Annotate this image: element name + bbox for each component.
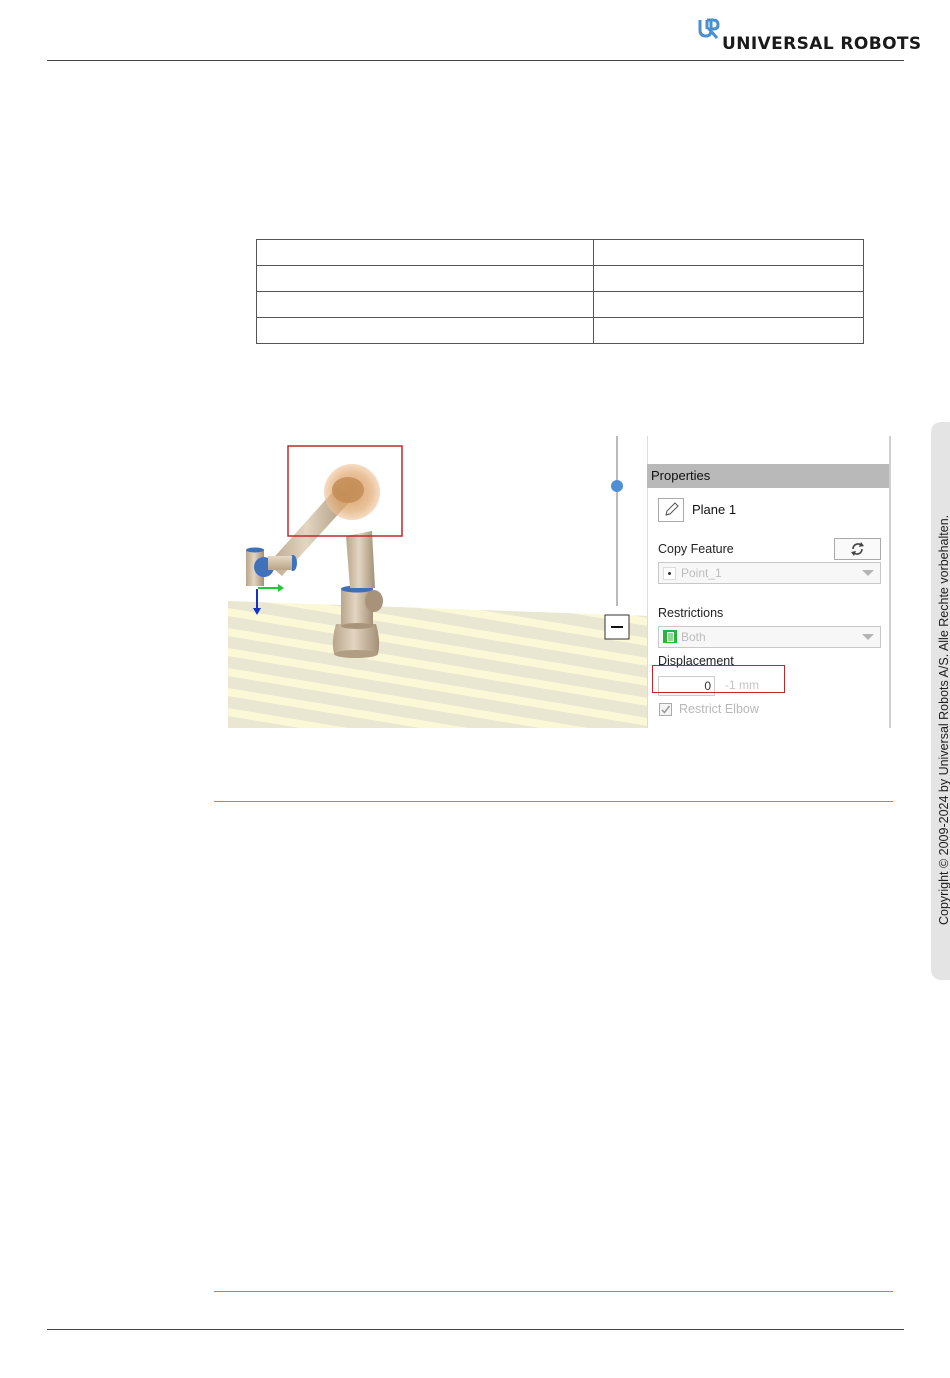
table-cell [256, 265, 594, 292]
copyright-notice: Copyright © 2009-2024 by Universal Robot… [937, 515, 950, 925]
header-divider [47, 60, 904, 61]
table-cell [256, 239, 594, 266]
zoom-slider-handle[interactable] [611, 480, 623, 492]
table-row [256, 291, 864, 318]
table-cell [593, 291, 864, 318]
document-table [256, 239, 864, 344]
minus-icon[interactable] [604, 614, 630, 640]
table-cell [256, 291, 594, 318]
table-cell [593, 317, 864, 344]
checkbox-icon [661, 705, 671, 714]
robot-3d-view[interactable] [228, 436, 648, 728]
rotate-icon [851, 542, 864, 556]
properties-header: Properties [647, 464, 889, 488]
brand-name: UNIVERSAL ROBOTS [722, 34, 922, 54]
rename-button[interactable] [658, 498, 684, 522]
table-row [256, 239, 864, 266]
ur-logo-mark-icon [698, 18, 720, 39]
screenshot-figure: Properties Plane 1 Copy Feature Point_1 [228, 436, 892, 728]
table-row [256, 265, 864, 292]
restrict-elbow-highlight-box [652, 665, 785, 693]
table-row [256, 317, 864, 344]
section-divider-top [214, 801, 893, 802]
footer-divider [47, 1329, 904, 1330]
copy-feature-dropdown[interactable]: Point_1 [658, 562, 881, 584]
restrict-elbow-label: Restrict Elbow [679, 702, 759, 716]
restrictions-label: Restrictions [658, 606, 724, 620]
table-cell [593, 265, 864, 292]
restrictions-value: Both [681, 630, 706, 644]
feature-name: Plane 1 [692, 502, 737, 517]
chevron-down-icon [862, 634, 874, 640]
table-cell [593, 239, 864, 266]
point-icon [663, 567, 676, 580]
copy-feature-value: Point_1 [681, 566, 722, 580]
restrict-elbow-checkbox[interactable] [659, 703, 672, 716]
robot-lower-arm [346, 531, 375, 588]
restrictions-dropdown[interactable]: Both [658, 626, 881, 648]
table-cell [256, 317, 594, 344]
properties-panel: Properties Plane 1 Copy Feature Point_1 [647, 436, 892, 728]
copy-feature-button[interactable] [834, 538, 881, 560]
copyright-vertical-text: Copyright © 2009-2024 by Universal Robot… [937, 515, 950, 925]
chevron-down-icon [862, 570, 874, 576]
both-sides-icon [663, 630, 677, 643]
section-divider-bottom [214, 1291, 893, 1292]
pencil-icon [665, 502, 679, 516]
copy-feature-label: Copy Feature [658, 542, 734, 556]
copyright-tab: Copyright © 2009-2024 by Universal Robot… [931, 422, 950, 980]
